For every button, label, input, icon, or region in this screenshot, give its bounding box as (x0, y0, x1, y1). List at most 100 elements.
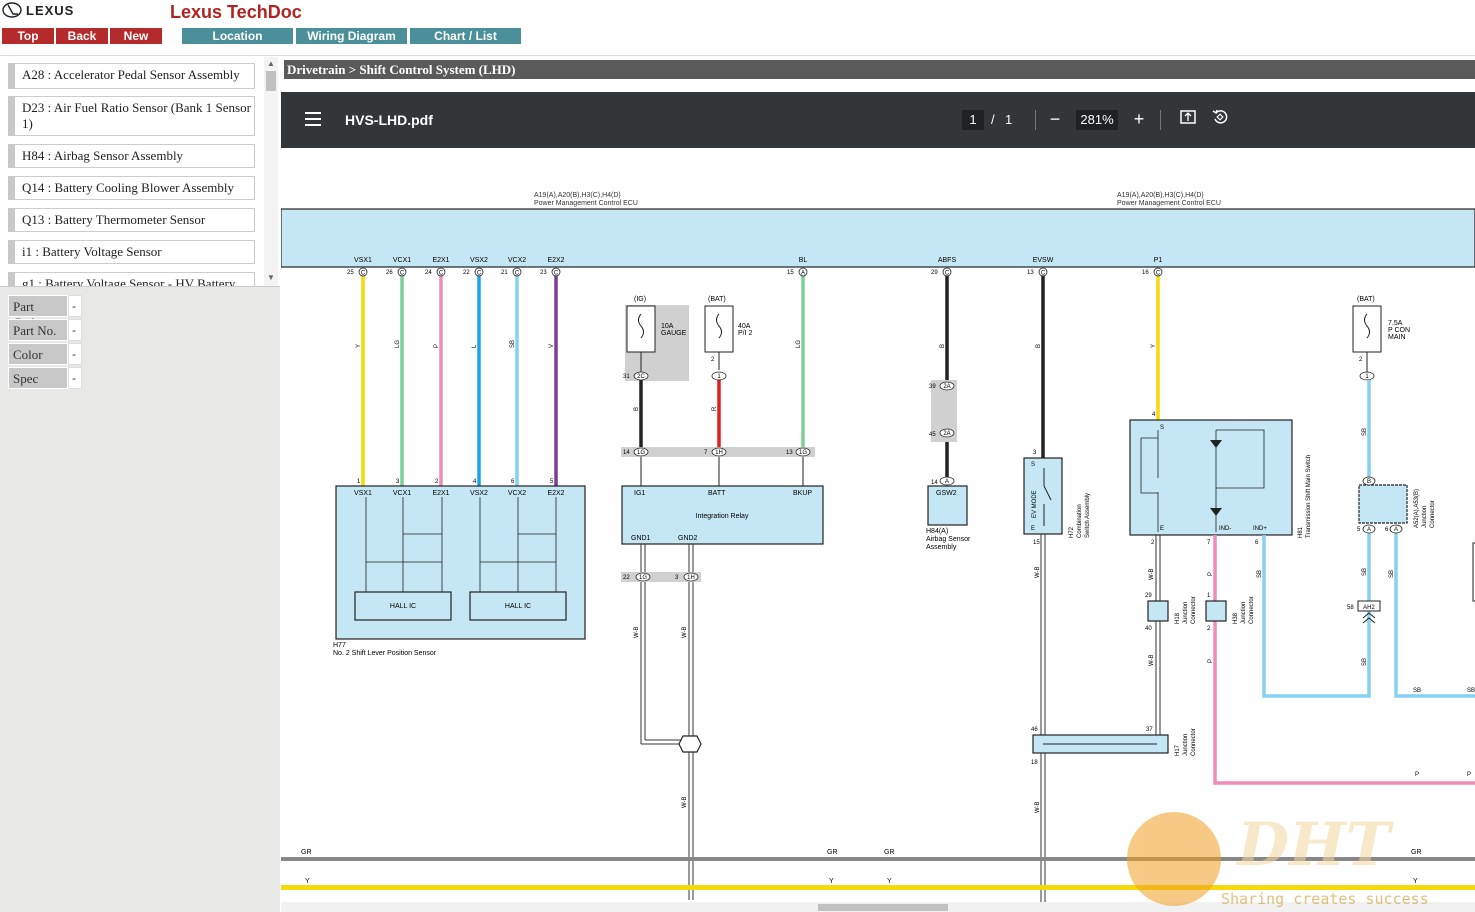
h81-pin-6: 6 (1255, 540, 1259, 546)
h81-pin-2: 2 (1151, 540, 1155, 546)
sensor-pin-number: 3 (396, 479, 400, 485)
wire-color-label: SB (510, 340, 516, 348)
fuse-bat-name: P/I 2 (738, 330, 753, 337)
conn-2a-b: 2A (943, 431, 950, 437)
sensor-terminal: E2X1 (432, 490, 449, 497)
ecu-label-right: A19(A),A20(B),H3(C),H4(D) (1117, 192, 1204, 199)
conn-a-h84: A (945, 479, 949, 485)
pin-name: E2X1 (432, 257, 449, 264)
wiring-diagram-button[interactable]: Wiring Diagram (296, 28, 407, 44)
list-item[interactable]: D23 : Air Fuel Ratio Sensor (Bank 1 Sens… (8, 96, 255, 136)
scroll-up-icon[interactable]: ▲ (266, 59, 276, 68)
pin-name: VSX2 (470, 257, 488, 264)
a52-name-1: Junction (1422, 506, 1428, 528)
pin-connector-letter: C (400, 271, 405, 277)
fit-page-icon[interactable] (1177, 108, 1199, 130)
chart-list-button[interactable]: Chart / List (410, 28, 521, 44)
conn-1g-c: 1G (639, 575, 647, 581)
pdf-page[interactable]: A19(A),A20(B),H3(C),H4(D) Power Manageme… (281, 148, 1475, 912)
h38-pin-1: 1 (1207, 593, 1211, 599)
pin-connector-letter: C (361, 271, 366, 277)
conn-1g-b: 1G (799, 450, 807, 456)
pin-name: VCX1 (393, 257, 411, 264)
ah2-pin-58: 58 (1347, 605, 1354, 611)
top-button[interactable]: Top (2, 28, 54, 44)
h77-code: H77 (333, 642, 346, 649)
relay-term-gnd1: GND1 (631, 535, 651, 542)
h18-name-2: Connector (1191, 596, 1197, 624)
sensor-terminal: VCX1 (393, 490, 411, 497)
list-item[interactable]: A28 : Accelerator Pedal Sensor Assembly (8, 63, 255, 89)
rotate-icon[interactable] (1209, 108, 1231, 130)
list-item[interactable]: H84 : Airbag Sensor Assembly (8, 144, 255, 168)
wire-sb-1: SB (1257, 570, 1263, 578)
ecu-name-right: Power Management Control ECU (1117, 200, 1221, 207)
horizontal-scroll-thumb[interactable] (818, 904, 948, 911)
wire-color-label: Y (1151, 344, 1157, 348)
fuse3-rating: 7.5A (1388, 320, 1403, 327)
wire-color-label: B (1036, 344, 1042, 348)
wire-color-label: V (549, 344, 555, 348)
zoom-out-icon[interactable]: − (1044, 108, 1066, 130)
wire-sb-2: SB (1413, 688, 1421, 694)
zoom-level-input[interactable]: 281% (1076, 110, 1118, 130)
pin-connector-letter: C (1041, 271, 1046, 277)
part-properties: Part Code- Part No.- Color- Spec- (8, 295, 82, 391)
list-item[interactable]: g1 : Battery Voltage Sensor - HV Battery (8, 272, 255, 286)
h38-code: H38 (1233, 612, 1239, 624)
wire-color-label: LG (395, 340, 401, 348)
a52-name-2: Connector (1430, 500, 1436, 528)
wiring-diagram: A19(A),A20(B),H3(C),H4(D) Power Manageme… (281, 192, 1475, 912)
wire-color-label: LG (796, 340, 802, 348)
h18-pin-29: 29 (1145, 593, 1152, 599)
relay-term-batt: BATT (708, 490, 726, 497)
back-button[interactable]: Back (56, 28, 108, 44)
gsw2-label: GSW2 (936, 490, 957, 497)
list-scrollbar[interactable]: ▲ ▼ (264, 57, 278, 286)
pin-22: 22 (623, 575, 630, 581)
wire-sb-7: SB (1467, 688, 1475, 694)
h17-name-1: Junction (1183, 734, 1189, 756)
pin-31: 31 (623, 374, 630, 380)
fuse3-label: (BAT) (1357, 296, 1375, 303)
list-item[interactable]: i1 : Battery Voltage Sensor (8, 240, 255, 264)
h38-junction (1205, 600, 1227, 622)
watermark-logo-icon (1127, 812, 1221, 906)
list-item[interactable]: Q13 : Battery Thermometer Sensor (8, 208, 255, 232)
wire-sb-6: SB (1389, 570, 1395, 578)
pin-connector-letter: C (439, 271, 444, 277)
sensor-pin-number: 6 (511, 479, 515, 485)
logo-text: LEXUS (26, 3, 74, 18)
h72-name-2: Switch Assembly (1085, 493, 1091, 538)
ecu-block (281, 208, 1475, 268)
h38-name-1: Junction (1241, 602, 1247, 624)
wire-sb-3: SB (1362, 428, 1368, 436)
a52-code: A52(A),A53(B) (1414, 489, 1420, 528)
h18-pin-40: 40 (1145, 626, 1152, 632)
scroll-down-icon[interactable]: ▼ (266, 273, 276, 282)
relay-name: Integration Relay (696, 513, 749, 520)
scroll-thumb[interactable] (266, 71, 276, 91)
pin-14: 14 (623, 450, 630, 456)
h18-junction (1147, 600, 1169, 622)
a52-junction (1358, 484, 1408, 524)
new-button[interactable]: New (110, 28, 162, 44)
menu-icon[interactable] (305, 112, 321, 126)
h17-name-2: Connector (1191, 728, 1197, 756)
wire-color-label: B (940, 344, 946, 348)
conn-1g-a: 1G (637, 450, 645, 456)
y-label-1: Y (305, 878, 310, 885)
sensor-pin-number: 5 (550, 479, 554, 485)
location-button[interactable]: Location (182, 28, 293, 44)
spec-label: Spec (8, 367, 68, 389)
wire-wb-3: W-B (682, 796, 688, 808)
pin-2: 2 (711, 357, 715, 363)
fuse-bat-rating: 40A (738, 323, 751, 330)
wire-r: R (712, 406, 718, 411)
pin-number: 21 (501, 270, 508, 276)
wire-wb-2: W-B (682, 626, 688, 638)
list-item[interactable]: Q14 : Battery Cooling Blower Assembly (8, 176, 255, 200)
zoom-in-icon[interactable]: + (1128, 108, 1150, 130)
page-number-input[interactable]: 1 (962, 110, 984, 130)
wire-color-label: L (472, 344, 478, 348)
